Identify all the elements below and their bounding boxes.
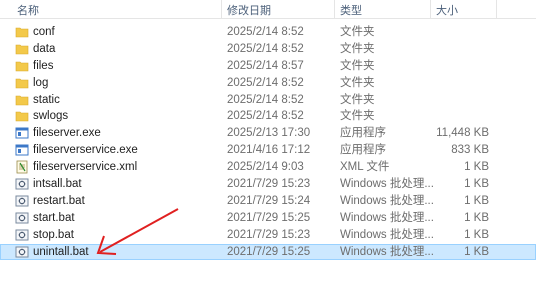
file-size: 1 KB (464, 245, 489, 258)
file-type: 应用程序 (340, 144, 386, 157)
file-name: conf (33, 26, 55, 38)
sort-caret-icon: ^ (115, 0, 120, 5)
file-date: 2021/7/29 15:25 (227, 211, 311, 224)
file-type: XML 文件 (340, 161, 390, 174)
file-type: Windows 批处理... (340, 228, 434, 241)
file-type: 文件夹 (340, 110, 375, 123)
file-date: 2025/2/14 8:57 (227, 59, 304, 72)
column-header: ^ 名称 修改日期 类型 大小 (0, 0, 536, 19)
file-type: Windows 批处理... (340, 245, 434, 258)
file-size: 833 KB (451, 144, 489, 157)
column-type-header[interactable]: 类型 (340, 2, 362, 18)
file-date: 2025/2/13 17:30 (227, 127, 311, 140)
exe-icon (15, 126, 29, 140)
file-row[interactable]: data 2025/2/14 8:52 文件夹 (0, 41, 536, 58)
file-date: 2021/7/29 15:23 (227, 178, 311, 191)
file-row[interactable]: fileserverservice.xml 2025/2/14 9:03 XML 文… (0, 159, 536, 176)
column-separator[interactable] (430, 0, 431, 18)
file-name: fileserver.exe (33, 127, 101, 140)
file-size: 1 KB (464, 211, 489, 224)
file-row[interactable]: fileserverservice.exe 2021/4/16 17:12 应用程序… (0, 142, 536, 159)
file-row[interactable]: restart.bat 2021/7/29 15:24 Windows 批处理...… (0, 193, 536, 210)
bat-icon (15, 177, 29, 191)
file-size: 1 KB (464, 161, 489, 174)
folder-icon (15, 93, 29, 107)
file-name: files (33, 59, 54, 72)
file-date: 2021/7/29 15:23 (227, 228, 311, 241)
file-date: 2025/2/14 8:52 (227, 42, 304, 55)
file-row[interactable]: intsall.bat 2021/7/29 15:23 Windows 批处理...… (0, 176, 536, 193)
column-separator[interactable] (334, 0, 335, 18)
xml-icon (15, 160, 29, 174)
file-name: restart.bat (33, 194, 85, 207)
file-size: 1 KB (464, 228, 489, 241)
file-name: unintall.bat (33, 245, 89, 258)
folder-icon (15, 76, 29, 90)
bat-icon (15, 245, 29, 259)
file-type: 文件夹 (340, 59, 375, 72)
file-name: swlogs (33, 110, 69, 123)
file-name: start.bat (33, 211, 75, 224)
file-type: 文件夹 (340, 76, 375, 89)
file-row[interactable]: start.bat 2021/7/29 15:25 Windows 批处理... 1 … (0, 210, 536, 227)
column-name-header[interactable]: 名称 (17, 2, 39, 18)
file-type: 文件夹 (340, 42, 375, 55)
column-separator[interactable] (496, 0, 497, 18)
exe-icon (15, 143, 29, 157)
bat-icon (15, 228, 29, 242)
folder-icon (15, 109, 29, 123)
column-size-header[interactable]: 大小 (436, 2, 458, 18)
file-date: 2021/7/29 15:25 (227, 245, 311, 258)
file-type: Windows 批处理... (340, 194, 434, 207)
file-name: fileserverservice.xml (33, 161, 138, 174)
file-list: conf 2025/2/14 8:52 文件夹 data 2025/2/14 8:52… (0, 24, 536, 261)
bat-icon (15, 211, 29, 225)
file-name: data (33, 42, 56, 55)
file-date: 2025/2/14 8:52 (227, 26, 304, 38)
file-type: Windows 批处理... (340, 178, 434, 191)
folder-icon (15, 25, 29, 39)
file-size: 1 KB (464, 194, 489, 207)
file-type: Windows 批处理... (340, 211, 434, 224)
file-row[interactable]: conf 2025/2/14 8:52 文件夹 (0, 24, 536, 41)
file-date: 2025/2/14 8:52 (227, 93, 304, 106)
file-row[interactable]: fileserver.exe 2025/2/13 17:30 应用程序 11,448 … (0, 125, 536, 142)
file-name: fileserverservice.exe (33, 144, 138, 157)
bat-icon (15, 194, 29, 208)
file-date: 2025/2/14 8:52 (227, 76, 304, 89)
file-size: 1 KB (464, 178, 489, 191)
file-type: 应用程序 (340, 127, 386, 140)
column-date-header[interactable]: 修改日期 (227, 2, 271, 18)
file-row[interactable]: static 2025/2/14 8:52 文件夹 (0, 92, 536, 109)
folder-icon (15, 42, 29, 56)
file-date: 2021/4/16 17:12 (227, 144, 311, 157)
file-row[interactable]: swlogs 2025/2/14 8:52 文件夹 (0, 108, 536, 125)
file-date: 2025/2/14 8:52 (227, 110, 304, 123)
file-row[interactable]: log 2025/2/14 8:52 文件夹 (0, 75, 536, 92)
file-name: intsall.bat (33, 178, 82, 191)
file-size: 11,448 KB (436, 127, 489, 140)
file-date: 2025/2/14 9:03 (227, 161, 304, 174)
file-row-selected[interactable]: unintall.bat 2021/7/29 15:25 Windows 批处理..… (0, 243, 536, 261)
column-separator[interactable] (221, 0, 222, 18)
file-name: static (33, 93, 60, 106)
file-name: stop.bat (33, 228, 74, 241)
file-type: 文件夹 (340, 26, 375, 38)
file-row[interactable]: files 2025/2/14 8:57 文件夹 (0, 58, 536, 75)
file-row[interactable]: stop.bat 2021/7/29 15:23 Windows 批处理... 1 K… (0, 227, 536, 244)
folder-icon (15, 59, 29, 73)
file-date: 2021/7/29 15:24 (227, 194, 311, 207)
file-name: log (33, 76, 49, 89)
file-type: 文件夹 (340, 93, 375, 106)
